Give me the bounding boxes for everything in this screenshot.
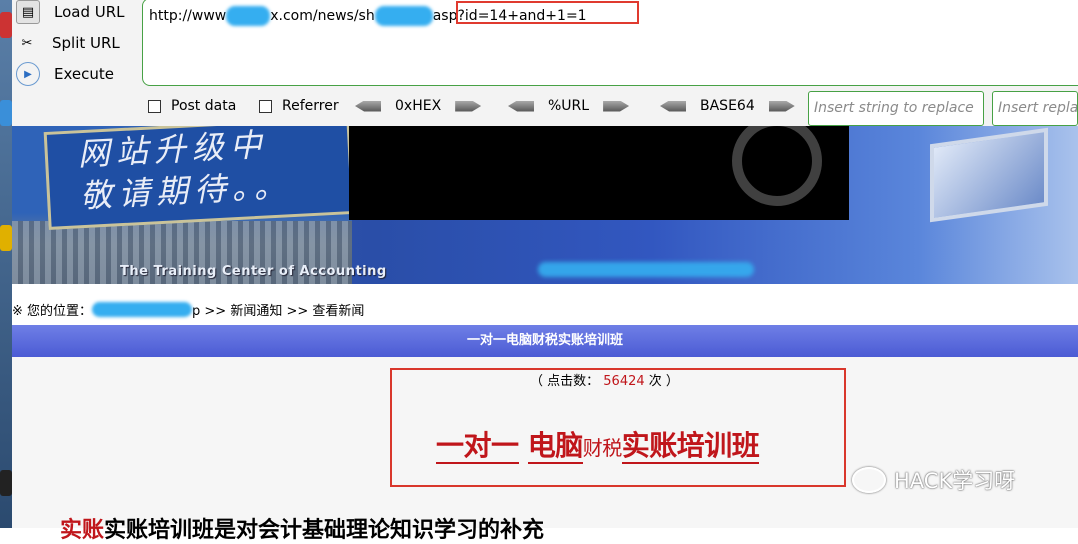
article-body-text: 实账实账培训班是对会计基础理论知识学习的补充 — [60, 512, 544, 544]
hex-label: 0xHEX — [395, 98, 442, 114]
headline-highlight-box — [390, 368, 846, 487]
redaction-blur — [226, 6, 271, 26]
banner-caption: The Training Center of Accounting — [120, 264, 387, 279]
hex-decode-arrow-icon[interactable] — [355, 100, 381, 112]
desktop-icon[interactable] — [0, 12, 12, 38]
base64-encoder: BASE64 — [660, 98, 795, 114]
desktop-icon[interactable] — [0, 470, 12, 496]
desktop-icon[interactable] — [0, 225, 12, 251]
url-encoder: %URL — [508, 98, 630, 114]
banner-computer-image — [930, 127, 1048, 223]
execute-button[interactable]: ▶ Execute — [16, 60, 114, 88]
referrer-checkbox[interactable] — [259, 99, 272, 113]
breadcrumb: ※ 您的位置： p >> 新闻通知 >> 查看新闻 — [12, 300, 364, 319]
post-data-checkbox[interactable] — [148, 99, 161, 113]
base64-decode-arrow-icon[interactable] — [660, 100, 686, 112]
desktop-strip — [0, 0, 12, 528]
breadcrumb-prefix: ※ 您的位置： — [12, 304, 93, 319]
referrer-option[interactable]: Referrer — [259, 98, 339, 114]
url-encode-arrow-icon[interactable] — [603, 100, 630, 112]
watermark: HACK学习呀 — [852, 465, 1015, 495]
watermark-text: HACK学习呀 — [894, 469, 1016, 493]
url-text-part1: http://www — [149, 8, 227, 24]
hex-encode-arrow-icon[interactable] — [455, 100, 482, 112]
base64-encode-arrow-icon[interactable] — [768, 100, 795, 112]
base64-label: BASE64 — [700, 98, 755, 114]
url-decode-arrow-icon[interactable] — [508, 100, 534, 112]
split-url-icon: ✂ — [21, 35, 33, 51]
wechat-icon — [852, 467, 886, 493]
load-url-label: Load URL — [54, 3, 125, 21]
post-data-option[interactable]: Post data — [148, 98, 236, 114]
redaction-blur — [538, 262, 754, 277]
url-text-part3: asp — [432, 8, 458, 24]
replace-string-input[interactable]: Insert string to replace — [808, 91, 984, 126]
breadcrumb-path[interactable]: p >> 新闻通知 >> 查看新闻 — [192, 304, 364, 319]
referrer-label: Referrer — [282, 98, 339, 114]
site-banner: 网站升级中 敬请期待。。 The Training Center of Acco… — [12, 126, 1078, 284]
replacing-string-input[interactable]: Insert replacing string — [992, 91, 1078, 126]
article-title-bar: 一对一电脑财税实账培训班 — [12, 325, 1078, 357]
hackbar-panel: ▤ Load URL ✂ Split URL ▶ Execute http://… — [12, 0, 1078, 127]
redaction-blur — [374, 6, 433, 26]
hex-encoder: 0xHEX — [355, 98, 482, 114]
post-data-label: Post data — [171, 98, 237, 114]
body-red-text: 实账 — [60, 518, 105, 543]
desktop-icon[interactable] — [0, 100, 12, 126]
upgrade-sign: 网站升级中 敬请期待。。 — [43, 126, 355, 230]
body-text: 实账培训班是对会计基础理论知识学习的补充 — [104, 518, 545, 543]
injection-highlight-box — [456, 1, 639, 24]
load-url-icon: ▤ — [16, 0, 40, 24]
load-url-button[interactable]: ▤ Load URL — [16, 0, 125, 26]
redaction-blur — [92, 302, 193, 317]
urlenc-label: %URL — [548, 98, 590, 114]
execute-icon: ▶ — [16, 62, 40, 86]
split-url-label: Split URL — [52, 34, 120, 52]
split-url-button[interactable]: ✂ Split URL — [16, 29, 120, 57]
url-text-part2: x.com/news/sh — [270, 8, 375, 24]
execute-label: Execute — [54, 65, 114, 83]
